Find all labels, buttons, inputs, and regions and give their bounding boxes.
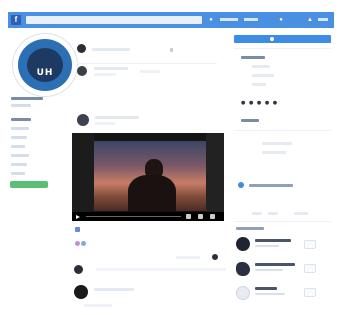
info-line xyxy=(262,151,286,154)
person-silhouette-body xyxy=(128,175,176,215)
sidebar-item-photos[interactable] xyxy=(11,136,27,139)
create-page-button[interactable] xyxy=(10,181,48,188)
home-icon[interactable]: ● xyxy=(208,16,214,24)
suggested-page-avatar[interactable] xyxy=(236,237,250,251)
suggested-page-avatar[interactable] xyxy=(236,286,250,300)
composer-input[interactable] xyxy=(92,48,130,51)
next-post-author[interactable] xyxy=(94,288,134,291)
post-timestamp xyxy=(94,73,116,76)
thumbs-up-icon xyxy=(270,37,274,41)
fullscreen-icon[interactable] xyxy=(210,214,215,219)
about-heading xyxy=(241,56,265,59)
play-icon[interactable] xyxy=(76,215,80,219)
video-letterbox xyxy=(206,133,224,221)
footer-link[interactable] xyxy=(294,212,308,215)
reaction-icon xyxy=(81,241,86,246)
video-letterbox xyxy=(72,133,94,221)
composer-avatar xyxy=(77,44,86,53)
website-icon xyxy=(238,182,244,188)
like-icon[interactable] xyxy=(75,227,80,232)
about-line xyxy=(252,83,266,86)
post-author-avatar xyxy=(77,66,87,76)
nav-link[interactable] xyxy=(318,18,328,21)
nav-link[interactable] xyxy=(244,18,258,21)
bell-icon[interactable]: ● xyxy=(278,16,284,24)
video-controls xyxy=(72,212,224,221)
page-handle xyxy=(11,104,31,107)
post-author-name[interactable] xyxy=(94,67,128,70)
sidebar-item-about[interactable] xyxy=(11,127,29,130)
suggested-page-name[interactable] xyxy=(255,263,295,266)
divider xyxy=(234,221,331,222)
video-progress[interactable] xyxy=(86,216,181,217)
footer-link[interactable] xyxy=(268,212,278,215)
footer-link[interactable] xyxy=(252,212,262,215)
suggested-page-like-button[interactable] xyxy=(304,288,316,297)
composer-icon[interactable] xyxy=(170,48,173,52)
avatar-initials: UH xyxy=(36,68,54,78)
settings-icon[interactable] xyxy=(186,214,191,219)
suggested-pages-heading xyxy=(236,227,264,230)
video-frame xyxy=(90,141,208,215)
commenter-avatar xyxy=(212,254,218,260)
comment-count[interactable] xyxy=(176,256,200,259)
video-post-avatar xyxy=(77,114,89,126)
comment-avatar xyxy=(74,265,83,274)
page-name[interactable] xyxy=(11,97,43,100)
sidebar-item-home[interactable] xyxy=(11,118,31,121)
suggested-page-name[interactable] xyxy=(255,239,291,242)
info-line xyxy=(262,142,292,145)
sidebar-item-reviews[interactable] xyxy=(11,154,29,157)
suggested-page-name[interactable] xyxy=(255,287,277,290)
suggested-page-category xyxy=(255,269,283,271)
suggested-page-like-button[interactable] xyxy=(304,240,316,249)
divider xyxy=(234,48,331,49)
like-page-button[interactable] xyxy=(234,35,331,43)
suggested-page-category xyxy=(255,245,279,247)
logo-icon[interactable]: f xyxy=(11,15,21,25)
suggested-page-avatar[interactable] xyxy=(236,262,250,276)
video-post-author[interactable] xyxy=(95,116,139,119)
post-meta xyxy=(140,70,160,73)
search-input[interactable] xyxy=(26,16,202,24)
about-line xyxy=(252,74,274,77)
next-post-meta xyxy=(84,304,112,307)
comment-input[interactable] xyxy=(96,268,226,271)
sidebar-item-videos[interactable] xyxy=(11,145,25,148)
top-bar: f ● ● ▲ xyxy=(8,12,334,28)
reaction-icon xyxy=(75,241,80,246)
next-post-avatar xyxy=(74,285,88,299)
video-player[interactable] xyxy=(72,133,224,221)
suggested-page-category xyxy=(255,293,285,295)
rating-stars: ● ● ● ● ● xyxy=(241,100,279,106)
divider xyxy=(234,130,331,131)
nav-link[interactable] xyxy=(220,18,238,21)
profile-icon[interactable]: ▲ xyxy=(307,16,313,24)
sidebar-item-posts[interactable] xyxy=(11,163,27,166)
website-link[interactable] xyxy=(249,184,293,187)
sidebar-item-community[interactable] xyxy=(11,172,25,175)
rating-caption xyxy=(241,119,259,122)
about-line xyxy=(252,65,270,68)
page-avatar[interactable]: UH xyxy=(13,34,77,96)
divider xyxy=(77,63,217,64)
video-post-time xyxy=(95,122,115,125)
suggested-page-like-button[interactable] xyxy=(304,264,316,273)
volume-icon[interactable] xyxy=(198,214,203,219)
